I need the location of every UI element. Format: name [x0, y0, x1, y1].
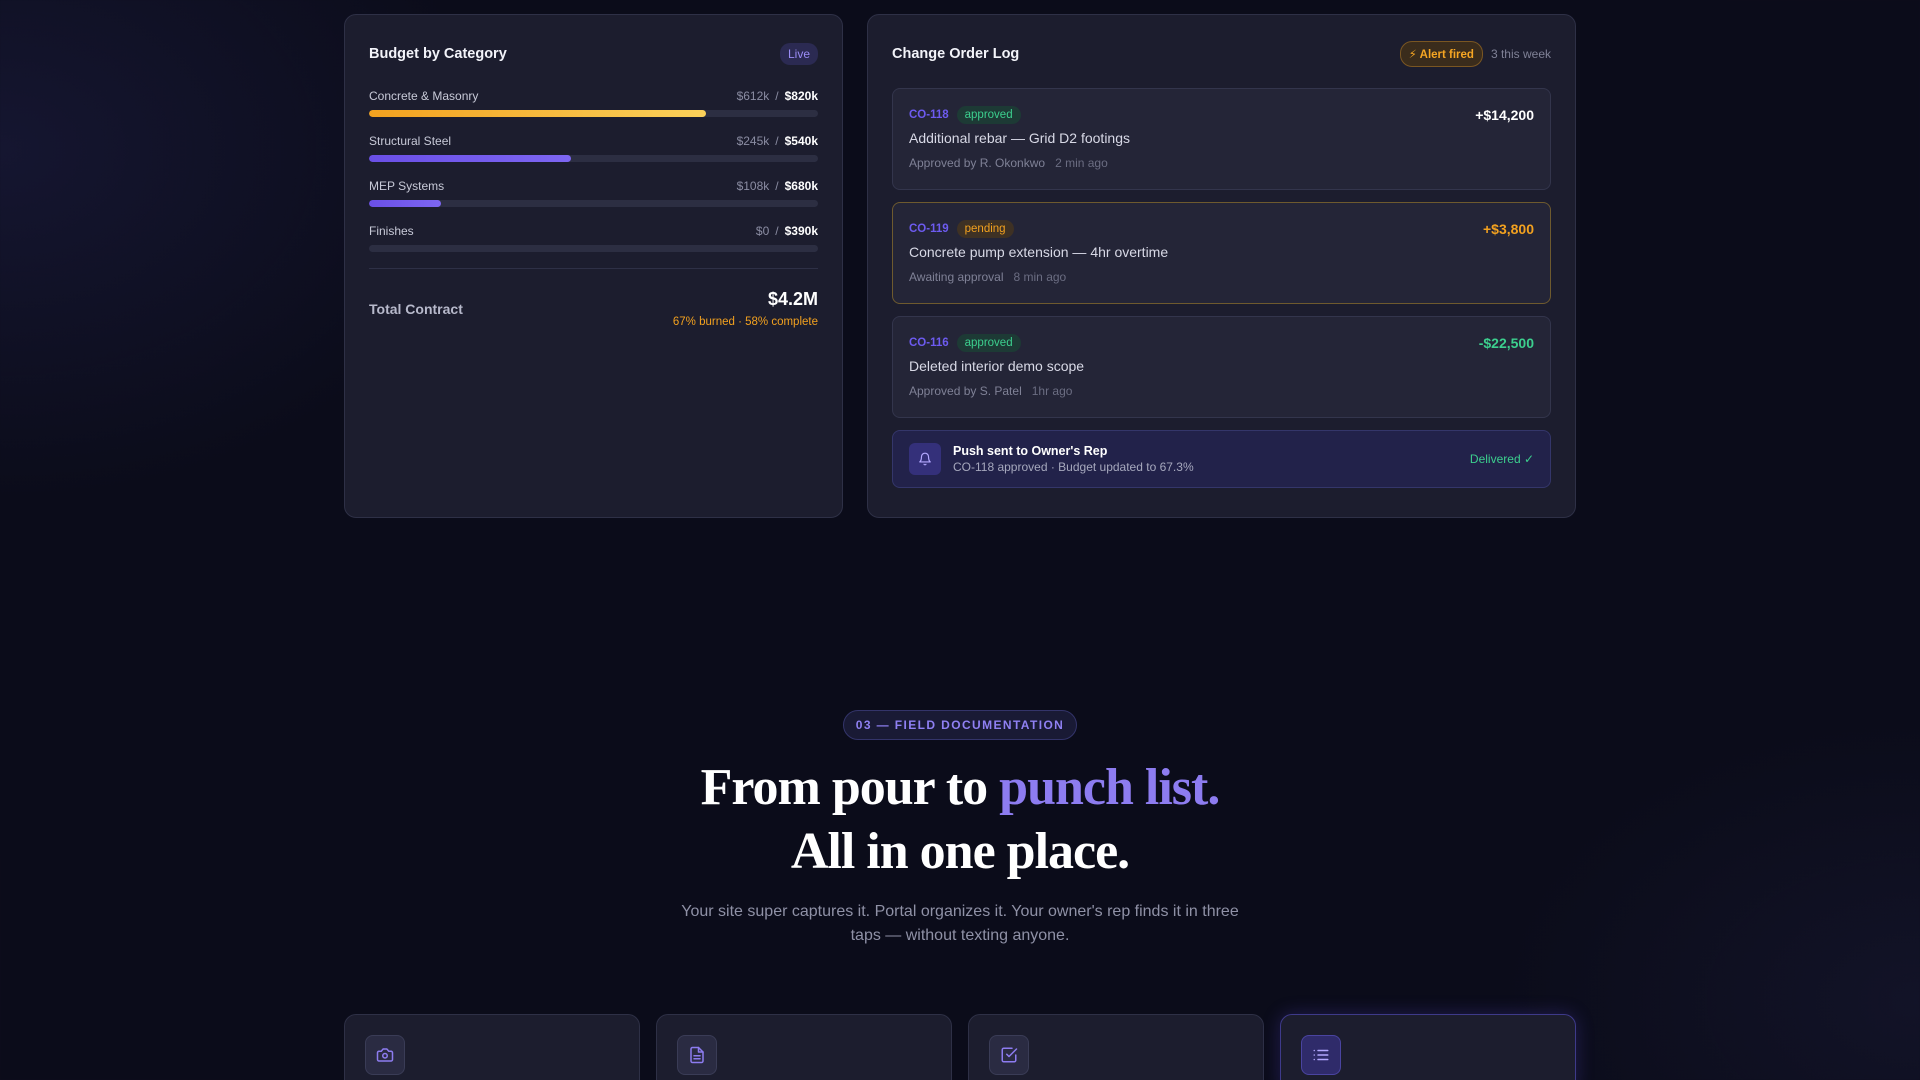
change-order-description: Concrete pump extension — 4hr overtime	[909, 244, 1169, 260]
change-order-id: CO-116	[909, 337, 949, 349]
change-order-amount: -$22,500	[1478, 335, 1534, 351]
category-progress-fill	[369, 155, 572, 162]
budget-title: Budget by Category	[369, 46, 507, 62]
push-title: Push sent to Owner's Rep	[953, 444, 1108, 458]
status-badge: approved	[956, 334, 1021, 352]
total-contract-row: Total Contract $4.2M 67% burned · 58% co…	[369, 289, 818, 328]
category-progress-track	[369, 110, 818, 117]
headline-part1: From pour to	[700, 759, 1000, 816]
total-contract-label: Total Contract	[369, 301, 463, 317]
section-headline: From pour to punch list. All in one plac…	[0, 756, 1920, 884]
category-progress-track	[369, 245, 818, 252]
budget-category-row: MEP Systems $108k / $680k	[369, 178, 818, 207]
change-order-description: Additional rebar — Grid D2 footings	[909, 130, 1130, 146]
headline-accent: punch list.	[999, 759, 1220, 816]
category-progress-track	[369, 155, 818, 162]
feature-card-photos[interactable]	[344, 1014, 640, 1080]
total-contract-value: $4.2M	[767, 289, 818, 309]
category-name: Concrete & Masonry	[369, 89, 479, 103]
category-progress-fill	[369, 110, 706, 117]
status-badge: pending	[956, 220, 1014, 238]
category-name: Finishes	[369, 224, 414, 238]
status-badge: approved	[956, 106, 1021, 124]
bell-icon	[909, 443, 941, 475]
change-order-description: Deleted interior demo scope	[909, 358, 1085, 374]
category-spent: $0	[755, 224, 770, 238]
field-documentation-section: 03 — FIELD DOCUMENTATION From pour to pu…	[0, 710, 1920, 948]
live-badge: Live	[779, 43, 818, 65]
category-name: Structural Steel	[369, 134, 452, 148]
category-progress-track	[369, 200, 818, 207]
category-spent: $245k	[736, 134, 770, 148]
category-budget: $680k	[784, 179, 818, 193]
budget-panel: Budget by Category Live Concrete & Mason…	[344, 14, 843, 518]
delivered-status: Delivered ✓	[1469, 452, 1534, 466]
change-order-id: CO-119	[909, 223, 949, 235]
feature-card-list[interactable]	[1280, 1014, 1576, 1080]
feature-card-documents[interactable]	[656, 1014, 952, 1080]
change-order-time: 2 min ago	[1055, 156, 1108, 170]
checklist-icon	[989, 1035, 1029, 1075]
list-icon	[1301, 1035, 1341, 1075]
change-order-approver: Awaiting approval	[909, 270, 1004, 284]
category-budget: $540k	[784, 134, 818, 148]
headline-line2: All in one place.	[790, 823, 1130, 880]
feature-card-checklist[interactable]	[968, 1014, 1264, 1080]
total-contract-status: 67% burned · 58% complete	[672, 316, 818, 328]
section-lede: Your site super captures it. Portal orga…	[681, 903, 1239, 944]
change-order-time: 8 min ago	[1013, 270, 1067, 284]
change-order-card[interactable]: CO-116 approved -$22,500 Deleted interio…	[892, 316, 1551, 418]
divider	[369, 268, 818, 269]
change-order-card[interactable]: CO-118 approved +$14,200 Additional reba…	[892, 88, 1551, 190]
document-icon	[677, 1035, 717, 1075]
category-budget: $390k	[784, 224, 818, 238]
budget-category-row: Finishes $0/$390k	[369, 223, 818, 252]
change-order-approver: Approved by S. Patel	[909, 384, 1022, 398]
push-notification[interactable]: Push sent to Owner's Rep CO-118 approved…	[892, 430, 1551, 488]
budget-category-row: Structural Steel $245k / $540k	[369, 133, 818, 162]
category-name: MEP Systems	[369, 179, 445, 193]
change-order-approver: Approved by R. Okonkwo	[909, 156, 1046, 170]
category-progress-fill	[369, 200, 441, 207]
change-order-id: CO-118	[909, 109, 949, 121]
budget-category-row: Concrete & Masonry $612k / $820k	[369, 88, 818, 117]
change-order-amount: +$14,200	[1475, 107, 1534, 123]
push-subtitle: CO-118 approved · Budget updated to 67.3…	[953, 460, 1194, 474]
category-spent: $108k	[736, 179, 770, 193]
change-order-time: 1hr ago	[1031, 384, 1073, 398]
alert-fired-badge: ⚡ Alert fired	[1399, 41, 1483, 67]
week-count: 3 this week	[1490, 47, 1551, 61]
camera-icon	[365, 1035, 405, 1075]
change-order-amount: +$3,800	[1483, 221, 1534, 237]
change-order-card[interactable]: CO-119 pending +$3,800 Concrete pump ext…	[892, 202, 1551, 304]
change-order-title: Change Order Log	[892, 46, 1020, 62]
category-budget: $820k	[784, 89, 818, 103]
section-eyebrow: 03 — FIELD DOCUMENTATION	[842, 710, 1078, 740]
change-order-panel: Change Order Log ⚡ Alert fired 3 this we…	[867, 14, 1576, 518]
category-spent: $612k	[736, 89, 770, 103]
